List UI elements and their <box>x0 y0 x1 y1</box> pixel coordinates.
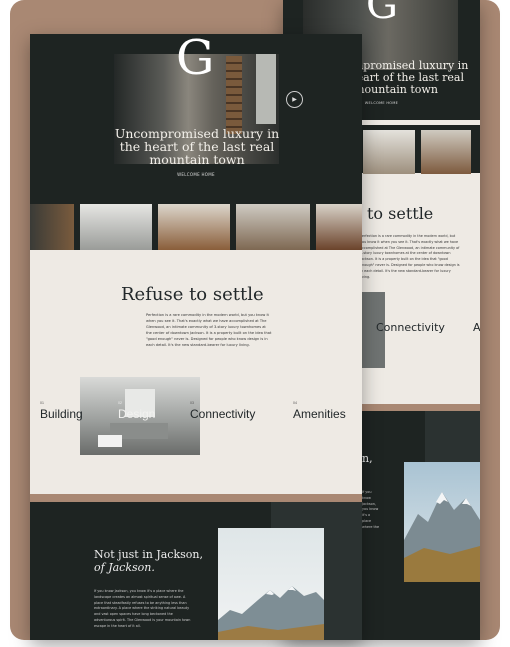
feature-label: Connectivity <box>190 407 256 421</box>
jackson-heading: Not just in Jackson, of Jackson. <box>94 548 203 574</box>
front-page-preview: G ▶ Uncompromised luxury in the heart of… <box>30 34 362 640</box>
feature-number: 02 <box>118 401 122 405</box>
feature-label: Building <box>40 407 83 421</box>
back-jackson-heading: n, <box>362 452 373 465</box>
feature-building[interactable]: 01 Building <box>40 401 83 421</box>
bathroom-tub <box>98 435 122 447</box>
back-jackson-body: If you know Jackson, you know it's a pla… <box>362 490 380 529</box>
back-mountain-image <box>404 462 480 582</box>
showcase-canvas: G Uncompromised luxury in the heart of t… <box>0 0 510 647</box>
feature-design[interactable]: 02 Design <box>118 401 156 421</box>
feature-amenities[interactable]: 04 Amenities <box>293 401 346 421</box>
back-feature-connectivity[interactable]: Connectivity <box>376 321 445 334</box>
back-section-paragraph: Perfection is a rare commodity in the mo… <box>360 234 460 279</box>
back-section-heading: to settle <box>367 204 434 223</box>
back-feature-amenities[interactable]: A <box>473 321 480 334</box>
logo-letter: G <box>176 34 215 86</box>
back-logo-letter: G <box>366 0 398 28</box>
play-icon[interactable]: ▶ <box>286 91 303 108</box>
feature-number: 03 <box>190 401 194 405</box>
jackson-heading-line1: Not just in Jackson, <box>94 548 203 561</box>
jackson-body: If you know Jackson, you know it's a pla… <box>94 589 191 628</box>
refuse-heading: Refuse to settle <box>121 284 264 305</box>
gallery-thumbnail[interactable] <box>316 204 362 250</box>
welcome-home-link[interactable]: WELCOME HOME <box>30 172 362 177</box>
feature-label: Design <box>118 407 156 421</box>
section-divider <box>30 494 362 502</box>
back-thumbnail <box>421 130 471 174</box>
hero-wood-shelf <box>226 56 242 134</box>
feature-number: 04 <box>293 401 297 405</box>
feature-number: 01 <box>40 401 44 405</box>
gallery-thumbnail[interactable] <box>236 204 310 250</box>
feature-label: Amenities <box>293 407 346 421</box>
gallery-thumbnail[interactable] <box>80 204 152 250</box>
hero-title: Uncompromised luxury in the heart of the… <box>114 126 280 167</box>
hero-window <box>256 54 276 124</box>
feature-connectivity[interactable]: 03 Connectivity <box>190 401 256 421</box>
gallery-thumbnail[interactable] <box>30 204 74 250</box>
mountain-image <box>218 528 324 640</box>
gallery-thumbnail[interactable] <box>158 204 230 250</box>
back-thumbnail <box>363 130 415 174</box>
refuse-paragraph: Perfection is a rare commodity in the mo… <box>146 313 272 347</box>
jackson-heading-line2: of Jackson. <box>94 561 155 574</box>
